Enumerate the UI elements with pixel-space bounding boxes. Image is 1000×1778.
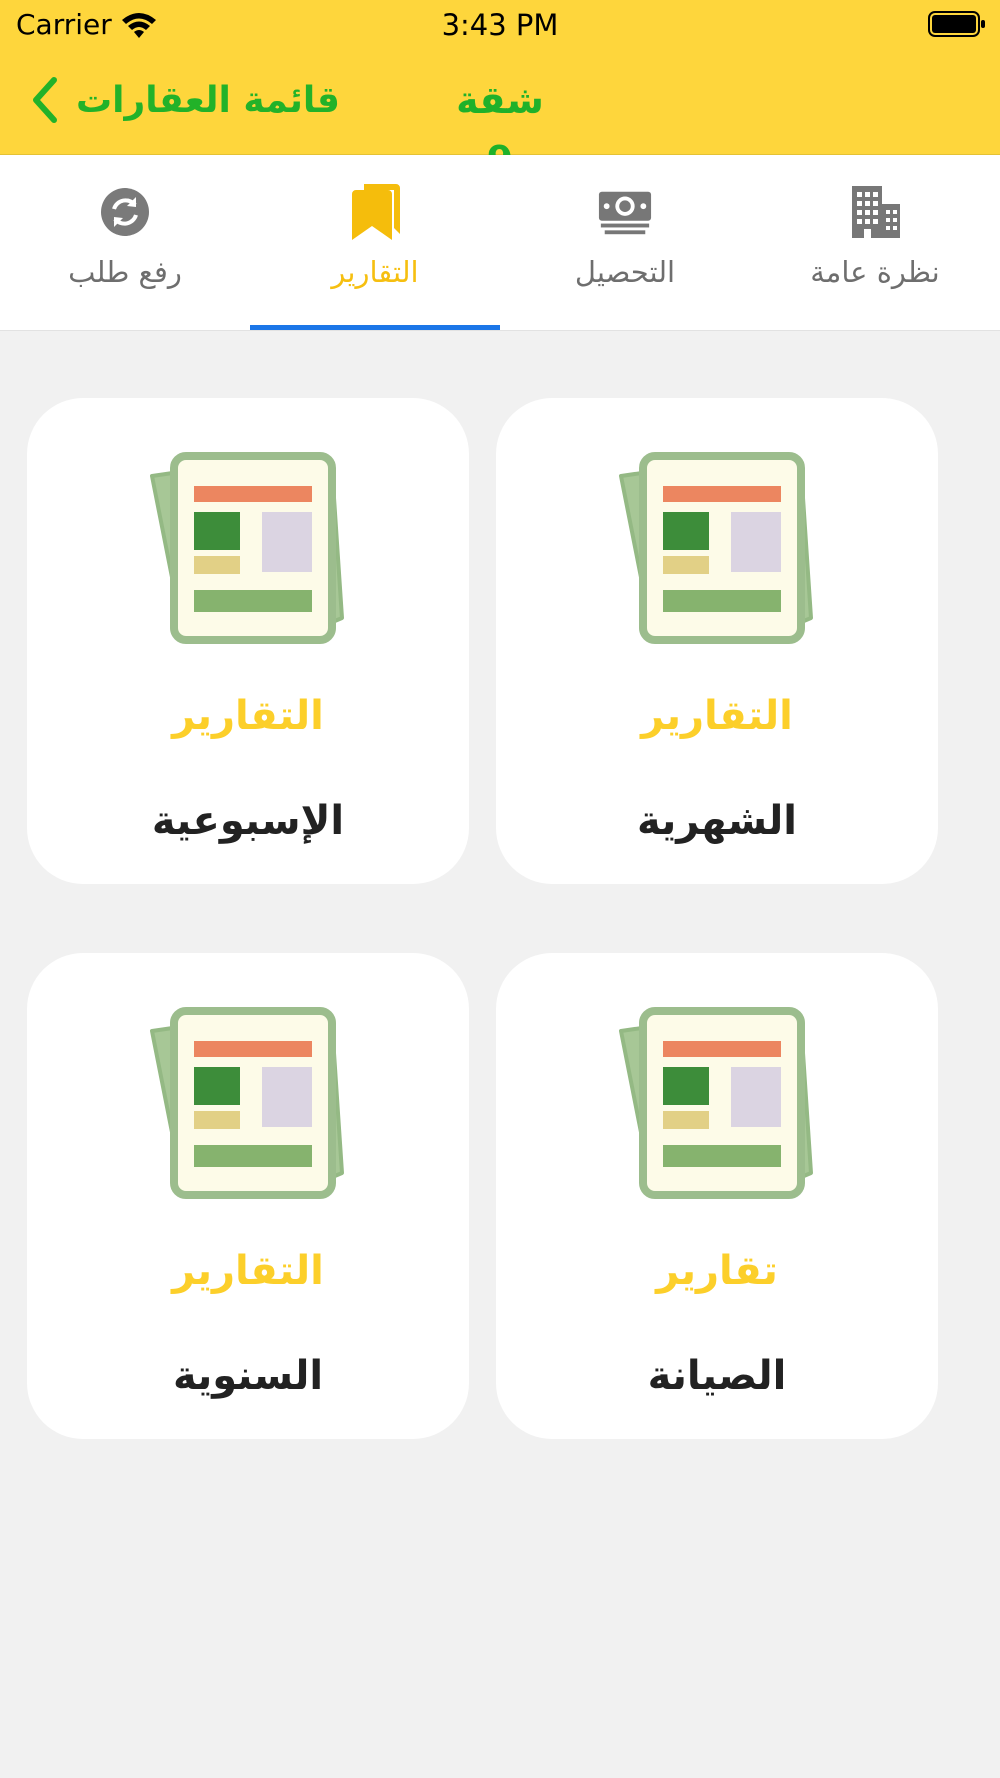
tab-submit-request[interactable]: رفع طلب xyxy=(0,155,250,330)
report-document-icon xyxy=(144,1003,352,1203)
card-title: التقارير xyxy=(641,693,793,739)
tab-bar: رفع طلب التقارير التحصيل نظرة عامة xyxy=(0,155,1000,331)
money-icon xyxy=(598,191,652,235)
chevron-left-icon xyxy=(33,77,57,123)
tab-collection[interactable]: التحصيل xyxy=(500,155,750,330)
tab-reports[interactable]: التقارير xyxy=(250,155,500,330)
tab-overview[interactable]: نظرة عامة xyxy=(750,155,1000,330)
bookmarks-icon xyxy=(352,184,400,240)
battery-icon xyxy=(928,11,985,37)
card-subtitle: السنوية xyxy=(172,1353,324,1399)
card-subtitle: الصيانة xyxy=(647,1353,787,1399)
back-button-label: قائمة العقارات xyxy=(76,79,340,121)
card-subtitle: الشهرية xyxy=(637,798,797,844)
card-weekly-reports[interactable]: التقارير الإسبوعية xyxy=(27,398,469,884)
tab-label: التحصيل xyxy=(574,255,676,289)
report-document-icon xyxy=(613,448,821,648)
tab-label: رفع طلب xyxy=(68,255,182,289)
refresh-icon xyxy=(101,188,149,236)
tab-label: نظرة عامة xyxy=(810,255,940,289)
back-button[interactable]: قائمة العقارات xyxy=(28,70,340,130)
report-document-icon xyxy=(613,1003,821,1203)
card-title: التقارير xyxy=(172,1248,324,1294)
card-maintenance-reports[interactable]: تقارير الصيانة xyxy=(496,953,938,1439)
tab-label: التقارير xyxy=(331,255,419,289)
active-tab-indicator xyxy=(250,325,500,330)
status-time: 3:43 PM xyxy=(441,8,559,42)
navigation-header: Carrier 3:43 PM قائمة العقارات شقة 9 xyxy=(0,0,1000,182)
card-yearly-reports[interactable]: التقارير السنوية xyxy=(27,953,469,1439)
card-title: تقارير xyxy=(656,1248,778,1294)
building-icon xyxy=(852,186,900,238)
card-subtitle: الإسبوعية xyxy=(151,798,345,844)
card-title: التقارير xyxy=(172,693,324,739)
card-monthly-reports[interactable]: التقارير الشهرية xyxy=(496,398,938,884)
page-title: شقة 9 xyxy=(456,78,544,182)
report-document-icon xyxy=(144,448,352,648)
